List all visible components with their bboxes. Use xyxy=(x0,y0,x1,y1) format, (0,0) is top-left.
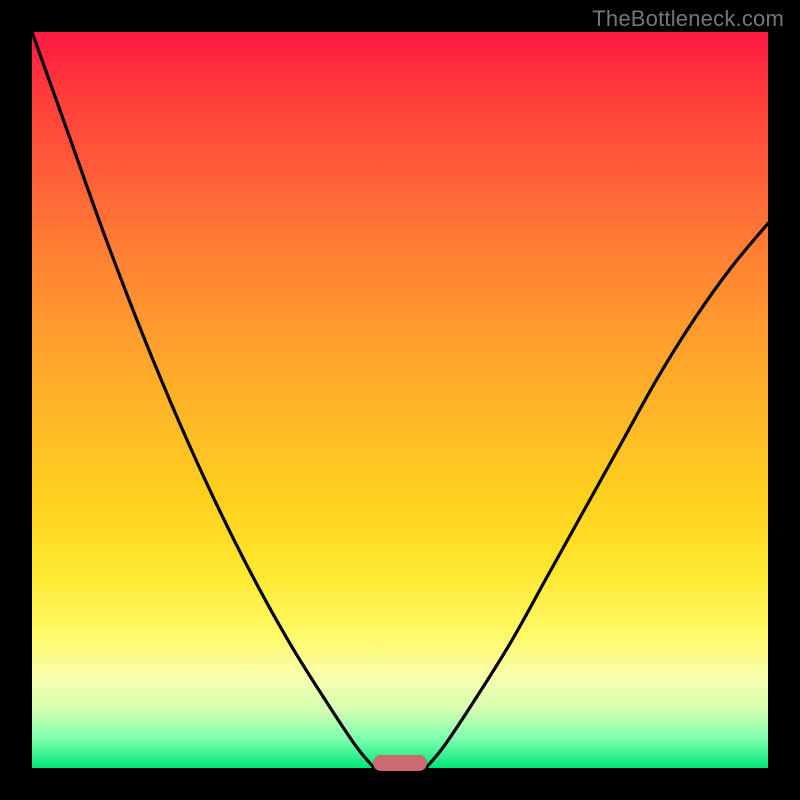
optimum-marker xyxy=(373,755,427,771)
right-curve-path xyxy=(426,223,768,768)
watermark-text: TheBottleneck.com xyxy=(592,6,784,32)
chart-curves-svg xyxy=(32,32,768,768)
chart-frame xyxy=(32,32,768,768)
left-curve-path xyxy=(32,32,374,768)
